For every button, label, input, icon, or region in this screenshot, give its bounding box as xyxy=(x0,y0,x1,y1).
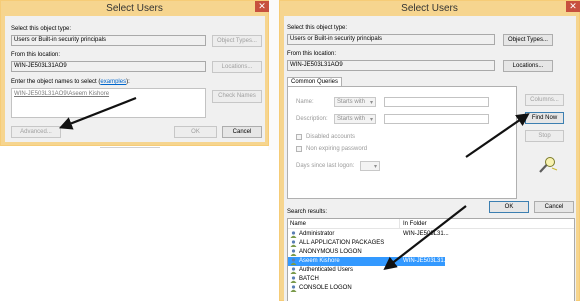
annotation-arrows xyxy=(58,96,530,271)
arrow-to-find-now xyxy=(465,113,530,158)
arrow-to-selected-user xyxy=(383,205,467,271)
arrow-to-advanced xyxy=(58,96,137,130)
